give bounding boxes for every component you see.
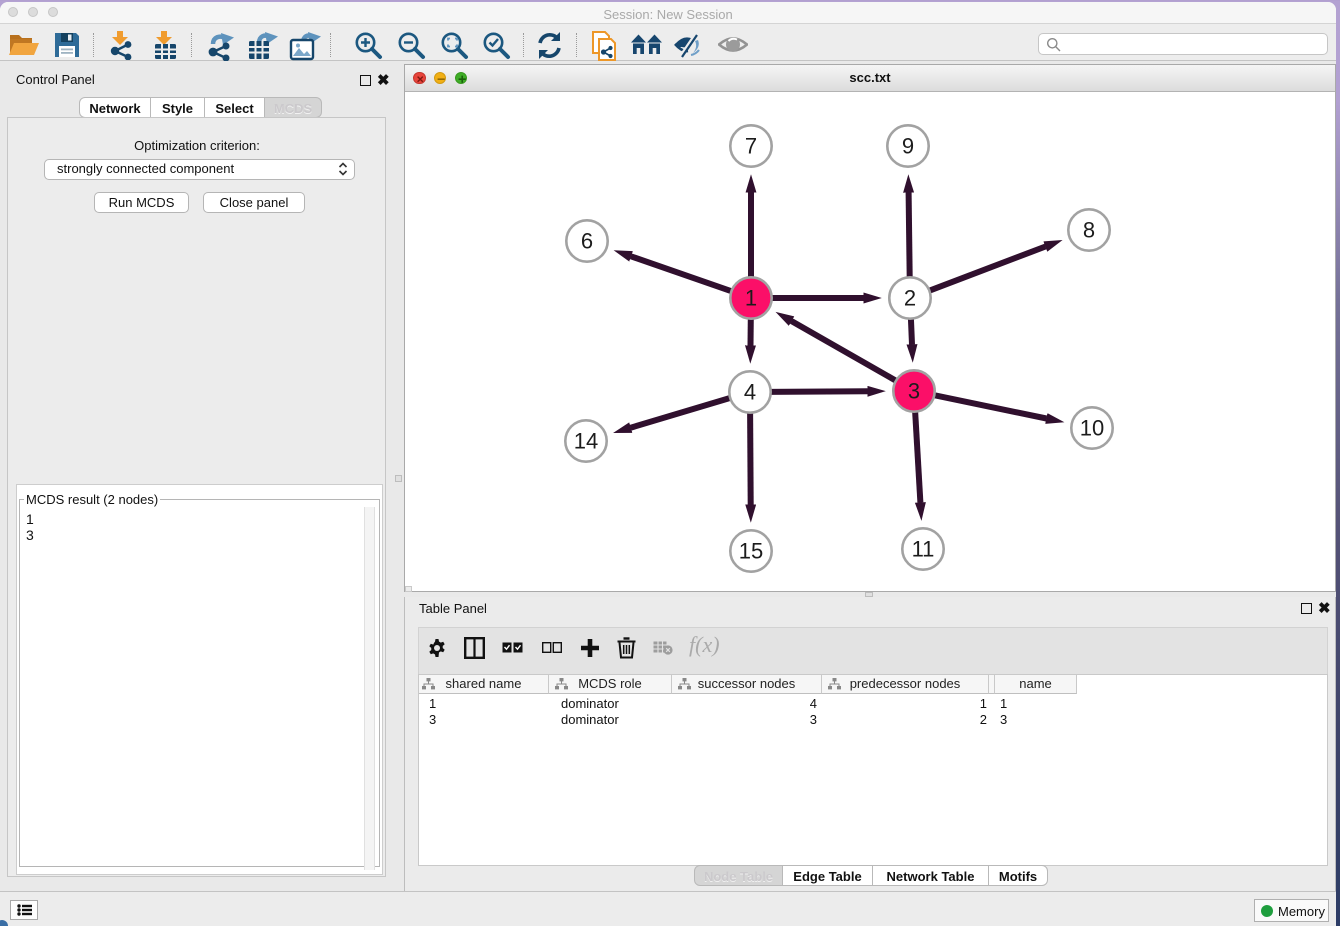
svg-text:10: 10 xyxy=(1080,416,1104,441)
svg-text:15: 15 xyxy=(739,539,763,564)
svg-text:14: 14 xyxy=(574,429,598,454)
svg-text:9: 9 xyxy=(902,134,914,159)
svg-text:7: 7 xyxy=(745,134,757,159)
svg-text:3: 3 xyxy=(908,379,920,404)
svg-text:6: 6 xyxy=(581,229,593,254)
svg-text:4: 4 xyxy=(744,380,756,405)
svg-text:2: 2 xyxy=(904,286,916,311)
svg-text:8: 8 xyxy=(1083,218,1095,243)
svg-text:11: 11 xyxy=(912,537,935,562)
svg-text:1: 1 xyxy=(745,286,757,311)
